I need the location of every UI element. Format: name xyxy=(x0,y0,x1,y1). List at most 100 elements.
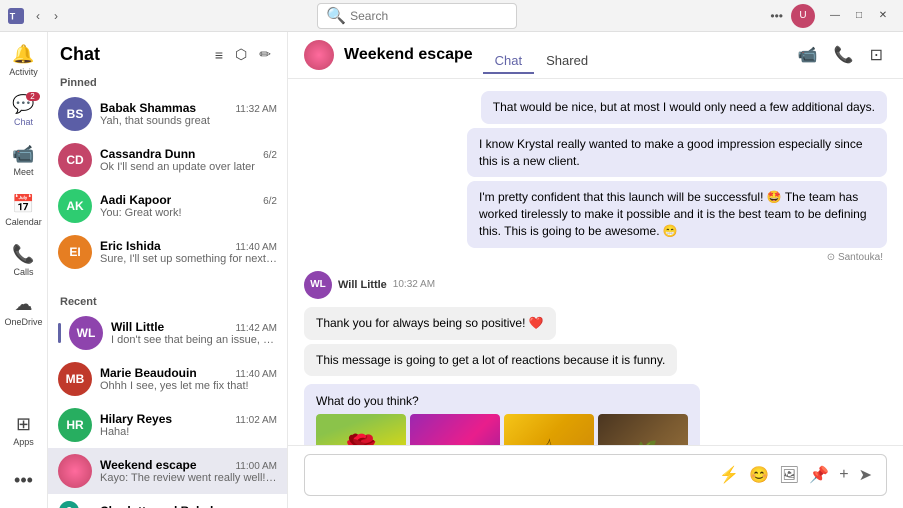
avatar: AK xyxy=(58,189,92,223)
sidebar-item-calls[interactable]: 📞 Calls xyxy=(4,236,44,284)
title-bar-left: T ‹ › xyxy=(8,7,64,25)
chat-item-time: 6/2 xyxy=(263,196,277,207)
app-body: 🔔 Activity 💬 2 Chat 📹 Meet 📅 Calendar 📞 … xyxy=(0,32,903,508)
messages-area: That would be nice, but at most I would … xyxy=(288,79,903,445)
chat-item-content: Charlotte and Babak 10:48 AM Charlotte: … xyxy=(100,504,277,508)
sender-attribution: ⊙ Santouka! xyxy=(827,252,883,263)
format-button[interactable]: ⚡ xyxy=(717,463,741,487)
gif-button[interactable]: 🖼 xyxy=(777,463,801,487)
list-item[interactable]: EI Eric Ishida 11:40 AM Sure, I'll set u… xyxy=(48,229,287,275)
list-item[interactable]: CD Cassandra Dunn 6/2 Ok I'll send an up… xyxy=(48,137,287,183)
list-item[interactable]: HR Hilary Reyes 11:02 AM Haha! xyxy=(48,402,287,448)
attach-button[interactable]: + xyxy=(837,464,850,486)
list-item[interactable]: BS Babak Shammas 11:32 AM Yah, that soun… xyxy=(48,91,287,137)
chat-item-name: Cassandra Dunn xyxy=(100,147,195,161)
message-bubble: I'm pretty confident that this launch wi… xyxy=(467,181,887,247)
pinned-chat-list: BS Babak Shammas 11:32 AM Yah, that soun… xyxy=(48,91,287,290)
sidebar-item-apps[interactable]: ⊞ Apps xyxy=(4,406,44,454)
apps-icon: ⊞ xyxy=(16,414,31,435)
chat-item-name: Aadi Kapoor xyxy=(100,193,171,207)
image-message-bubble: What do you think? 🕯 🌿 Thought these ima… xyxy=(304,384,700,445)
chat-item-content: Hilary Reyes 11:02 AM Haha! xyxy=(100,412,277,438)
sidebar-item-meet[interactable]: 📹 Meet xyxy=(4,136,44,184)
list-item[interactable]: AK Aadi Kapoor 6/2 You: Great work! xyxy=(48,183,287,229)
sidebar-item-activity[interactable]: 🔔 Activity xyxy=(4,36,44,84)
nav-forward-button[interactable]: › xyxy=(48,7,64,25)
new-meeting-button[interactable]: ⬡ xyxy=(231,44,251,65)
more-icon: ••• xyxy=(14,470,33,491)
avatar: EI xyxy=(58,235,92,269)
sidebar-item-calendar[interactable]: 📅 Calendar xyxy=(4,186,44,234)
search-input[interactable] xyxy=(350,9,508,23)
search-box[interactable]: 🔍 xyxy=(317,3,517,29)
chat-item-name: Will Little xyxy=(111,320,164,334)
chat-item-content: Eric Ishida 11:40 AM Sure, I'll set up s… xyxy=(100,239,277,265)
image-3: 🕯 xyxy=(504,414,594,445)
emoji-button[interactable]: 😊 xyxy=(747,463,771,487)
nav-back-button[interactable]: ‹ xyxy=(30,7,46,25)
chat-tabs: Chat Shared xyxy=(483,43,600,68)
minimize-button[interactable]: — xyxy=(823,4,847,28)
chat-item-preview: Sure, I'll set up something for next wee… xyxy=(100,253,277,265)
chat-item-time: 11:00 AM xyxy=(235,461,277,472)
list-item[interactable]: C B Charlotte and Babak 10:48 AM Charlot… xyxy=(48,494,287,508)
sidebar-item-more[interactable]: ••• xyxy=(4,456,44,504)
chat-item-preview: Ohhh I see, yes let me fix that! xyxy=(100,380,277,392)
maximize-button[interactable]: □ xyxy=(847,4,871,28)
message-group-sent: That would be nice, but at most I would … xyxy=(304,91,887,263)
group-avatar: C B xyxy=(58,500,92,508)
sender-name: Will Little xyxy=(338,279,387,291)
group-avatar-header xyxy=(304,40,334,70)
calendar-icon: 📅 xyxy=(12,194,34,215)
chat-item-content: Weekend escape 11:00 AM Kayo: The review… xyxy=(100,458,277,484)
window-controls: — □ ✕ xyxy=(823,4,895,28)
filter-button[interactable]: ≡ xyxy=(211,44,227,65)
svg-text:T: T xyxy=(10,11,16,21)
avatar: BS xyxy=(58,97,92,131)
chat-item-preview: I don't see that being an issue, can tak… xyxy=(111,334,277,346)
message-input[interactable] xyxy=(317,468,709,483)
message-bubble: That would be nice, but at most I would … xyxy=(481,91,887,124)
chat-badge: 2 xyxy=(26,92,40,101)
chat-area: Weekend escape Chat Shared 📹 📞 ⊡ That wo… xyxy=(288,32,903,508)
calls-icon: 📞 xyxy=(12,244,34,265)
image-2 xyxy=(410,414,500,445)
chat-item-time: 6/2 xyxy=(263,150,277,161)
avatar: CD xyxy=(58,143,92,177)
send-button[interactable]: ➤ xyxy=(857,463,874,487)
tab-chat[interactable]: Chat xyxy=(483,49,534,74)
message-input-box[interactable]: ⚡ 😊 🖼 📌 + ➤ xyxy=(304,454,887,496)
more-header-button[interactable]: ⊡ xyxy=(866,41,887,69)
image-message-header: What do you think? xyxy=(316,394,688,408)
tab-shared[interactable]: Shared xyxy=(534,49,600,74)
title-bar: T ‹ › 🔍 ••• U — □ ✕ xyxy=(0,0,903,32)
more-options-button[interactable]: ••• xyxy=(770,9,783,23)
image-grid: 🕯 🌿 xyxy=(316,414,688,445)
nav-arrows: ‹ › xyxy=(30,7,64,25)
message-group-images: What do you think? 🕯 🌿 Thought these ima… xyxy=(304,384,887,445)
avatar: WL xyxy=(69,316,103,350)
user-avatar[interactable]: U xyxy=(791,4,815,28)
sidebar-item-chat[interactable]: 💬 2 Chat xyxy=(4,86,44,134)
image-4: 🌿 xyxy=(598,414,688,445)
recent-section-label: Recent xyxy=(48,290,287,310)
close-button[interactable]: ✕ xyxy=(871,4,895,28)
chat-item-time: 11:02 AM xyxy=(235,415,277,426)
audio-call-button[interactable]: 📞 xyxy=(830,41,858,69)
message-bubble: This message is going to get a lot of re… xyxy=(304,344,677,377)
chat-list-actions: ≡ ⬡ ✏ xyxy=(211,44,275,65)
message-bubble: Thank you for always being so positive! … xyxy=(304,307,556,340)
chat-item-time: 11:42 AM xyxy=(235,323,277,334)
group-avatar xyxy=(58,454,92,488)
compose-button[interactable]: ✏ xyxy=(255,44,275,65)
image-1 xyxy=(316,414,406,445)
video-call-button[interactable]: 📹 xyxy=(794,41,822,69)
sidebar-item-onedrive[interactable]: ☁ OneDrive xyxy=(4,286,44,334)
teams-logo-icon: T xyxy=(8,8,24,24)
list-item[interactable]: MB Marie Beaudouin 11:40 AM Ohhh I see, … xyxy=(48,356,287,402)
list-item[interactable]: WL Will Little 11:42 AM I don't see that… xyxy=(48,310,287,356)
list-item[interactable]: Weekend escape 11:00 AM Kayo: The review… xyxy=(48,448,287,494)
sticker-button[interactable]: 📌 xyxy=(807,463,831,487)
chat-item-preview: You: Great work! xyxy=(100,207,277,219)
chat-item-name: Charlotte and Babak xyxy=(100,504,217,508)
